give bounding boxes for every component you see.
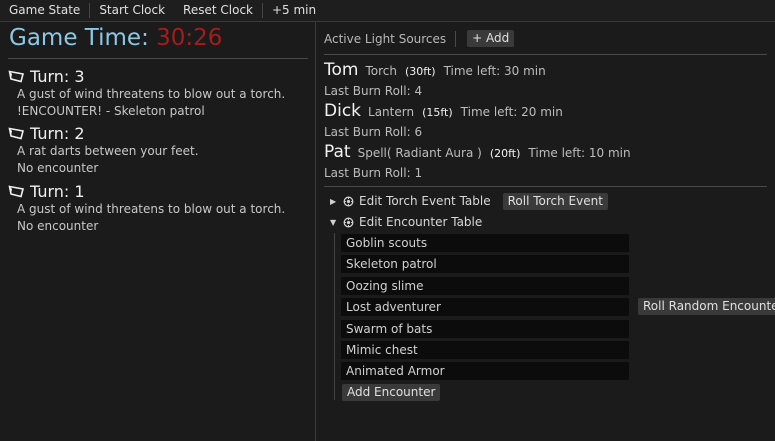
light-source-item: Tom Torch (30ft) Time left: 30 min Last … <box>324 60 769 100</box>
turn-header: Turn: 1 <box>8 181 308 201</box>
light-source-name: Dick <box>324 101 362 121</box>
tree-guide-line <box>334 233 335 400</box>
divider <box>324 186 767 187</box>
turn-title: Turn: 1 <box>30 181 85 201</box>
turn-event: A rat darts between your feet. <box>17 144 199 158</box>
torch-table-node[interactable]: ▶ Edit Torch Event Table Roll Torch Even… <box>330 192 608 210</box>
menu-bar: Game State Start Clock Reset Clock +5 mi… <box>0 0 775 22</box>
add-light-source-button[interactable]: + Add <box>467 30 515 47</box>
turn-entry: Turn: 2 A rat darts between your feet. N… <box>8 123 308 177</box>
add-five-min-button[interactable]: +5 min <box>263 0 325 21</box>
start-clock-button[interactable]: Start Clock <box>90 0 174 21</box>
light-source-range: (30ft) <box>404 65 436 78</box>
light-source-burn-roll: Last Burn Roll: 6 <box>324 125 423 139</box>
add-encounter-button[interactable]: Add Encounter <box>342 384 441 401</box>
menu-game-state[interactable]: Game State <box>0 0 89 21</box>
flag-icon <box>8 126 24 139</box>
turn-log-panel: Game Time: 30:26 Turn: 3 A gust of wind … <box>0 22 316 441</box>
light-source-time-left: Time left: 10 min <box>528 146 631 160</box>
light-source-range: (15ft) <box>422 106 453 119</box>
encounter-entry-input[interactable]: Oozing slime <box>341 277 629 295</box>
encounter-entry-input[interactable]: Swarm of bats <box>341 320 629 338</box>
light-source-item: Pat Spell( Radiant Aura ) (20ft) Time le… <box>324 142 769 182</box>
triangle-right-icon[interactable]: ▶ <box>330 197 343 206</box>
divider <box>8 58 308 59</box>
encounter-entry-input[interactable]: Animated Armor <box>341 362 629 380</box>
encounter-entry-input[interactable]: Goblin scouts <box>341 234 629 252</box>
light-source-type: Lantern <box>368 105 415 119</box>
turn-encounter: !ENCOUNTER! - Skeleton patrol <box>17 104 205 118</box>
roll-torch-event-button[interactable]: Roll Torch Event <box>502 192 608 210</box>
turn-event: A gust of wind threatens to blow out a t… <box>17 202 286 216</box>
light-sources-header: Active Light Sources + Add <box>324 30 515 47</box>
turn-event: A gust of wind threatens to blow out a t… <box>17 87 286 101</box>
encounter-table-label[interactable]: Edit Encounter Table <box>359 215 482 229</box>
gear-icon <box>343 196 354 206</box>
light-source-burn-roll: Last Burn Roll: 4 <box>324 84 423 98</box>
light-source-name: Tom <box>324 60 359 80</box>
light-source-time-left: Time left: 20 min <box>460 105 563 119</box>
roll-random-encounter-button[interactable]: Roll Random Encounter <box>638 298 775 315</box>
light-source-name: Pat <box>324 142 351 162</box>
light-source-type: Spell( Radiant Aura ) <box>357 146 482 160</box>
flag-icon <box>8 184 24 197</box>
flag-icon <box>8 69 24 82</box>
light-source-burn-roll: Last Burn Roll: 1 <box>324 166 423 180</box>
encounter-table-node[interactable]: ▼ Edit Encounter Table <box>330 213 494 231</box>
turn-entry: Turn: 1 A gust of wind threatens to blow… <box>8 181 308 235</box>
light-sources-title: Active Light Sources <box>324 31 447 46</box>
turn-encounter: No encounter <box>17 161 99 175</box>
turn-encounter: No encounter <box>17 219 99 233</box>
turn-title: Turn: 3 <box>30 66 85 86</box>
turn-title: Turn: 2 <box>30 123 85 143</box>
gear-icon <box>343 217 354 227</box>
game-time: Game Time: 30:26 <box>9 25 222 51</box>
light-sources-panel: Active Light Sources + Add Tom Torch (30… <box>316 22 775 441</box>
divider <box>324 54 767 55</box>
reset-clock-button[interactable]: Reset Clock <box>174 0 262 21</box>
torch-table-label[interactable]: Edit Torch Event Table <box>359 194 491 208</box>
turn-entry: Turn: 3 A gust of wind threatens to blow… <box>8 66 308 120</box>
header-separator <box>455 30 457 47</box>
light-source-time-left: Time left: 30 min <box>443 64 546 78</box>
game-time-label: Game Time: <box>9 25 149 51</box>
light-source-item: Dick Lantern (15ft) Time left: 20 min La… <box>324 101 769 141</box>
triangle-down-icon[interactable]: ▼ <box>330 218 343 227</box>
encounter-entry-input[interactable]: Lost adventurer <box>341 298 629 316</box>
light-source-range: (20ft) <box>489 147 521 160</box>
turn-header: Turn: 2 <box>8 123 308 143</box>
game-time-clock: 30:26 <box>156 25 223 51</box>
encounter-entry-input[interactable]: Skeleton patrol <box>341 255 629 273</box>
turn-header: Turn: 3 <box>8 66 308 86</box>
light-source-type: Torch <box>365 64 397 78</box>
encounter-entry-input[interactable]: Mimic chest <box>341 341 629 359</box>
